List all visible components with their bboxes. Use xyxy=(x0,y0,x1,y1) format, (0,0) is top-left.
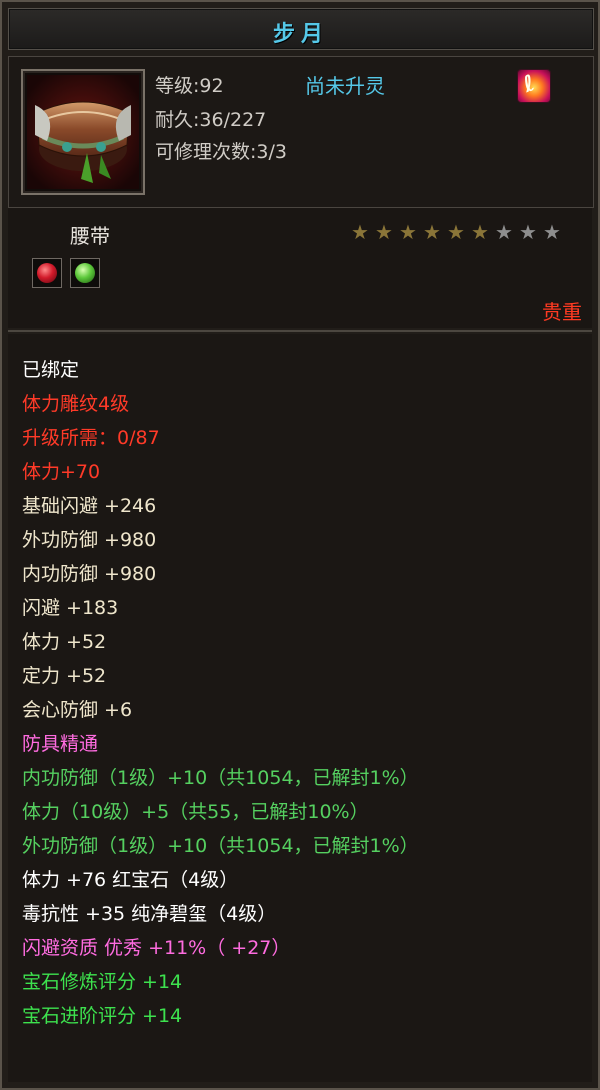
star-icon: ★ xyxy=(375,220,393,244)
item-type: 腰带 xyxy=(70,224,110,248)
star-icon: ★ xyxy=(495,220,513,244)
attribute-line: 体力（10级）+5（共55，已解封10%） xyxy=(22,801,369,823)
attribute-line: 体力 +76 红宝石（4级） xyxy=(22,869,239,891)
attribute-line: 内功防御（1级）+10（共1054，已解封1%） xyxy=(22,767,419,789)
red-gem-icon xyxy=(32,258,62,288)
star-icon: ★ xyxy=(447,220,465,244)
star-rating: ★ ★ ★ ★ ★ ★ ★ ★ ★ xyxy=(348,222,564,243)
attribute-line: 会心防御 +6 xyxy=(22,699,133,721)
star-icon: ★ xyxy=(471,220,489,244)
attribute-line: 内功防御 +980 xyxy=(22,563,157,585)
divider xyxy=(8,330,592,332)
item-subheader: 腰带 ★ ★ ★ ★ ★ ★ ★ ★ ★ 贵重 xyxy=(8,208,592,328)
attribute-line: 体力雕纹4级 xyxy=(22,393,130,415)
spirit-status: 尚未升灵 xyxy=(305,74,385,98)
attribute-line: 闪避资质 优秀 +11%（ +27） xyxy=(22,937,291,959)
attribute-line: 体力+70 xyxy=(22,461,101,483)
attribute-line: 外功防御（1级）+10（共1054，已解封1%） xyxy=(22,835,419,857)
attribute-line: 宝石进阶评分 +14 xyxy=(22,1005,183,1027)
attribute-line: 闪避 +183 xyxy=(22,597,119,619)
star-icon: ★ xyxy=(351,220,369,244)
attribute-list: 已绑定体力雕纹4级升级所需：0/87 体力+70 基础闪避 +246 外功防御 +98… xyxy=(22,356,419,1036)
flame-icon: ℓ xyxy=(517,69,551,103)
item-tooltip: 步月 等级:92 尚未升灵 ℓ 耐久:36/227 可修理次数:3/3 腰带 ★… xyxy=(0,0,600,1090)
repair-count: 可修理次数:3/3 xyxy=(155,141,287,163)
rarity-label: 贵重 xyxy=(542,300,582,324)
attribute-line: 基础闪避 +246 xyxy=(22,495,157,517)
star-icon: ★ xyxy=(519,220,537,244)
attribute-line: 升级所需：0/87 xyxy=(22,427,160,449)
star-icon: ★ xyxy=(399,220,417,244)
star-icon: ★ xyxy=(423,220,441,244)
attribute-line: 防具精通 xyxy=(22,733,99,755)
attribute-panel: 已绑定体力雕纹4级升级所需：0/87 体力+70 基础闪避 +246 外功防御 +98… xyxy=(8,334,592,1082)
attribute-line: 体力 +52 xyxy=(22,631,107,653)
attribute-line: 已绑定 xyxy=(22,359,80,381)
item-name: 步月 xyxy=(272,22,329,47)
item-header: 等级:92 尚未升灵 ℓ 耐久:36/227 可修理次数:3/3 xyxy=(8,56,594,208)
title-bar: 步月 xyxy=(8,8,594,50)
star-icon: ★ xyxy=(543,220,561,244)
attribute-line: 定力 +52 xyxy=(22,665,107,687)
item-durability: 耐久:36/227 xyxy=(155,109,267,131)
attribute-line: 外功防御 +980 xyxy=(22,529,157,551)
green-gem-icon xyxy=(70,258,100,288)
attribute-line: 毒抗性 +35 纯净碧玺（4级） xyxy=(22,903,277,925)
item-level: 等级:92 xyxy=(155,75,224,97)
attribute-line: 宝石修炼评分 +14 xyxy=(22,971,183,993)
belt-icon xyxy=(21,69,145,195)
